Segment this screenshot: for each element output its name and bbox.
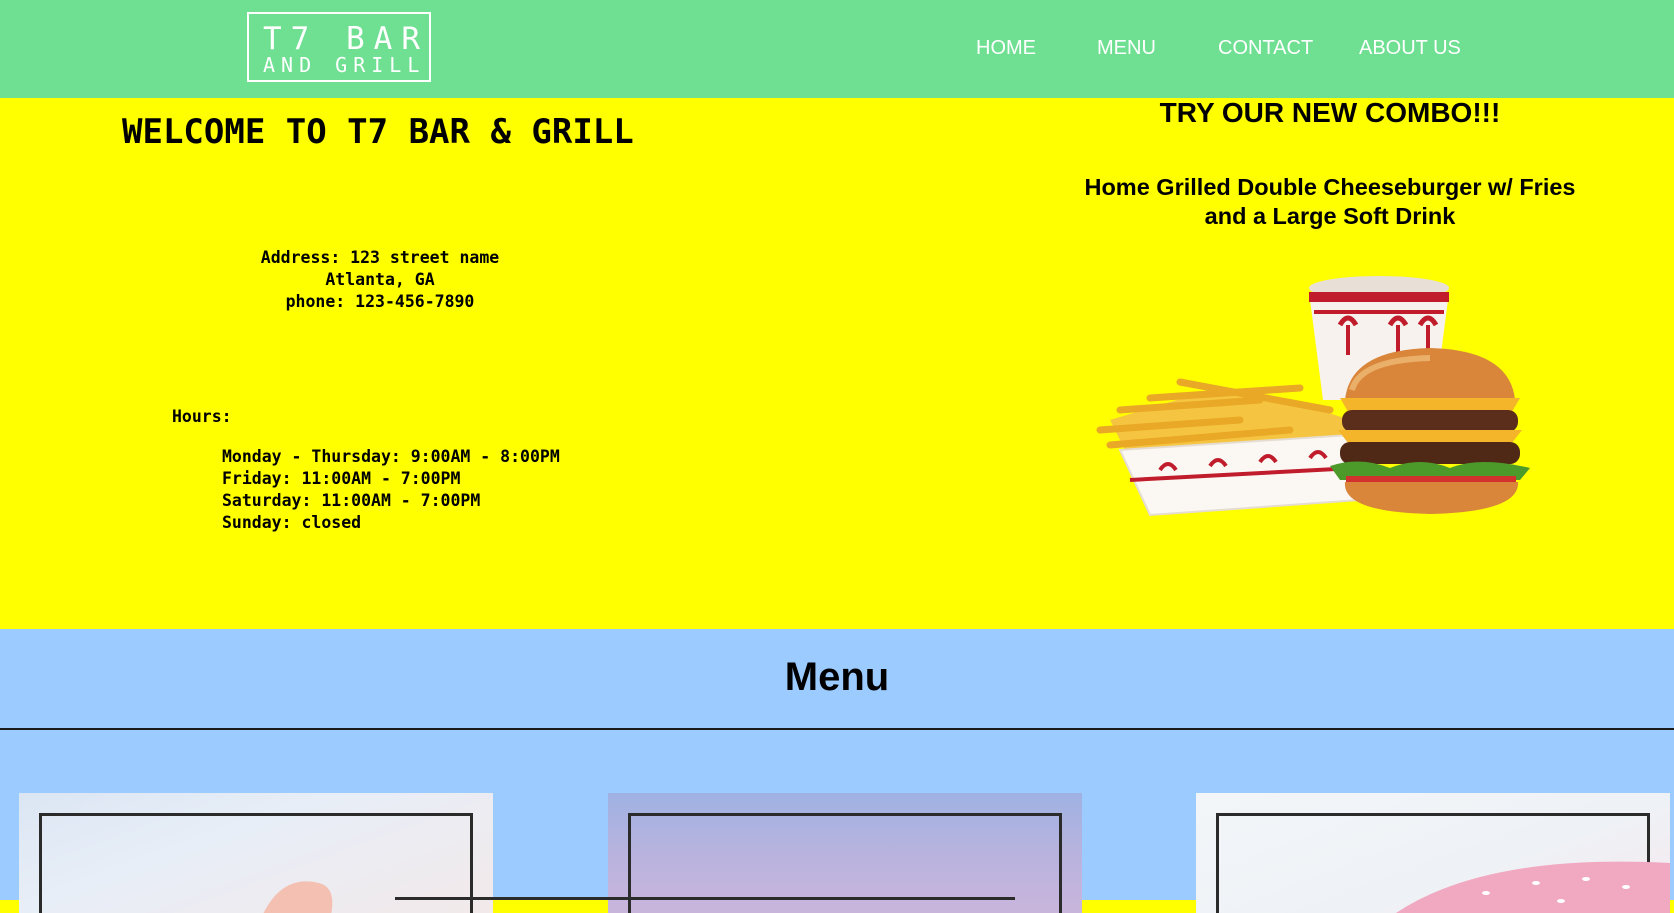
nav-about-us[interactable]: ABOUT US	[1359, 36, 1461, 60]
nav-contact[interactable]: CONTACT	[1218, 36, 1313, 60]
menu-card-3[interactable]	[1196, 793, 1670, 913]
promo-title: TRY OUR NEW COMBO!!!	[1159, 97, 1501, 128]
hours-item: Friday: 11:00AM - 7:00PM	[222, 469, 461, 488]
menu-title: Menu	[784, 655, 890, 699]
food-image-icon	[263, 881, 333, 913]
hours-item: Monday - Thursday: 9:00AM - 8:00PM	[222, 447, 560, 466]
phone-line: phone: 123-456-7890	[285, 292, 475, 311]
logo[interactable]: T7 BAR AND GRILL	[247, 12, 431, 82]
hours-list: Monday - Thursday: 9:00AM - 8:00PM Frida…	[222, 446, 560, 534]
hours-label: Hours:	[172, 407, 232, 426]
fries	[1096, 378, 1362, 517]
logo-line-1: T7 BAR	[263, 21, 429, 57]
address-block: Address: 123 street name Atlanta, GA pho…	[230, 247, 530, 313]
divider	[0, 728, 1674, 730]
nav-home[interactable]: HOME	[976, 36, 1036, 60]
nav-menu[interactable]: MENU	[1097, 36, 1156, 60]
burger-combo-icon	[1096, 276, 1530, 517]
promo-description: Home Grilled Double Cheeseburger w/ Frie…	[1084, 174, 1576, 229]
address-line: Address: 123 street name	[260, 248, 500, 267]
hours-item: Sunday: closed	[222, 513, 362, 532]
city-line: Atlanta, GA	[325, 270, 435, 289]
cheeseburger	[1330, 348, 1530, 514]
hours-item: Saturday: 11:00AM - 7:00PM	[222, 491, 481, 510]
welcome-title: WELCOME TO T7 BAR & GRILL	[122, 112, 634, 152]
site-header: T7 BAR AND GRILL HOME MENU CONTACT ABOUT…	[0, 0, 1674, 98]
logo-line-2: AND GRILL	[263, 53, 426, 77]
menu-section: Menu	[0, 629, 1674, 913]
menu-card-1[interactable]	[19, 793, 493, 913]
menu-card-2[interactable]	[608, 793, 1082, 913]
bun-image-icon	[1396, 861, 1670, 913]
